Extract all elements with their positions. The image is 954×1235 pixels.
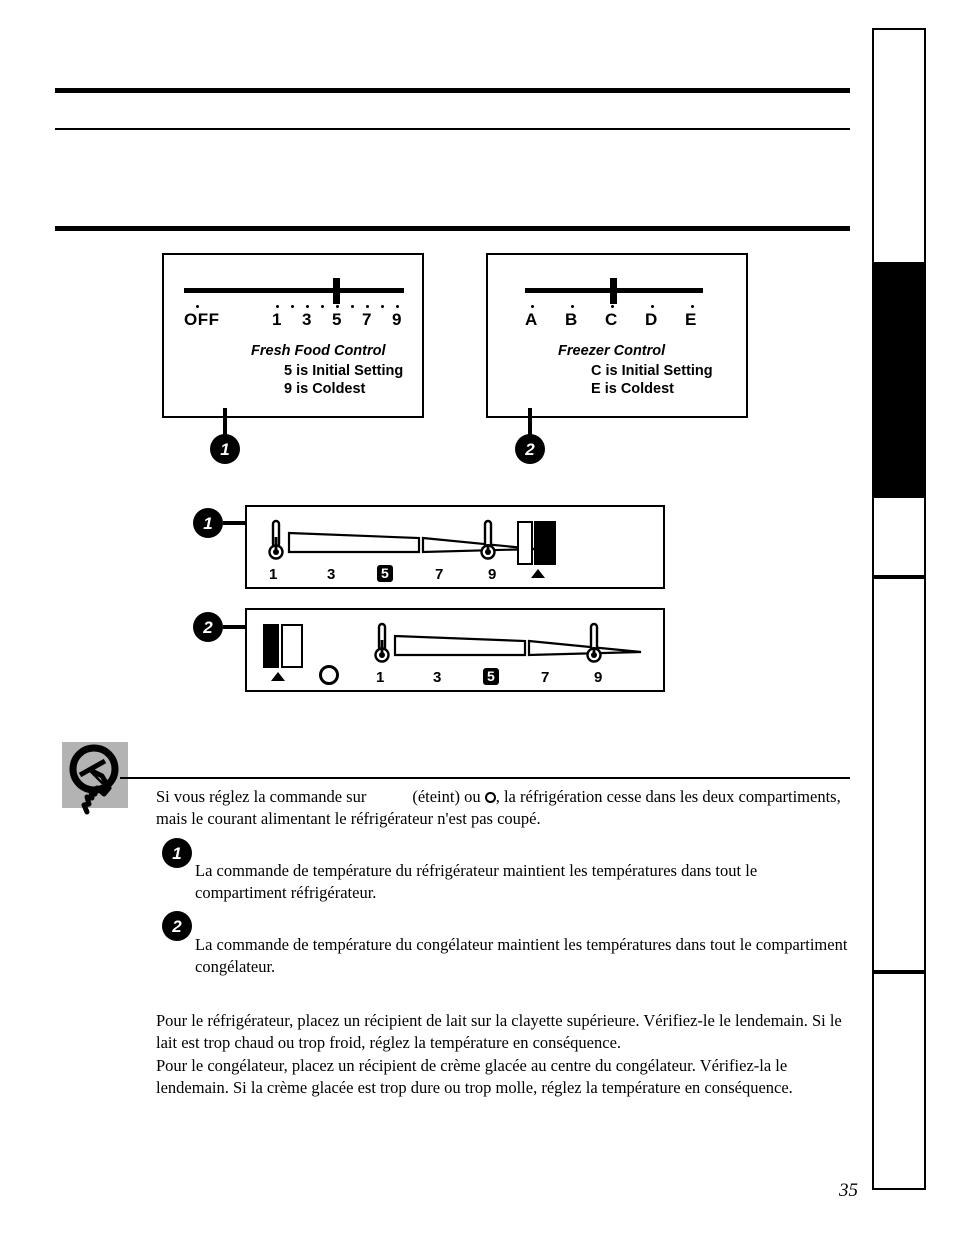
rocker-switch-icon[interactable] <box>517 521 557 565</box>
fresh-food-scale-label-7: 7 <box>362 310 372 329</box>
freezer-dial-diagram[interactable]: 1 3 5 7 9 <box>245 608 665 692</box>
numbered-item-one-text: La commande de température du réfrigérat… <box>195 861 758 903</box>
freezer-slider-thumb[interactable] <box>610 278 617 304</box>
freezer-scale-label-a: A <box>525 310 538 329</box>
tick-dot <box>291 305 294 308</box>
thermometer-icon <box>480 519 496 560</box>
fresh-food-slider-thumb[interactable] <box>333 278 340 304</box>
triangle-up-icon <box>271 672 285 681</box>
hand-pointing-dial-icon <box>62 742 138 818</box>
circle-off-icon <box>484 792 496 803</box>
fresh-food-scale-label-3: 3 <box>302 310 312 329</box>
freezer-dial-number-3: 3 <box>433 669 442 686</box>
callout-text-one: 1 <box>162 838 192 868</box>
section-tab-column <box>872 28 926 1190</box>
rocker-switch-icon[interactable] <box>263 624 303 668</box>
freezer-scale-label-e: E <box>685 310 697 329</box>
tick-dot <box>196 305 199 308</box>
tick-dot <box>306 305 309 308</box>
freezer-scale-label-b: B <box>565 310 578 329</box>
note-text-part-2: (éteint) ou <box>412 787 481 806</box>
temperature-gradient-wedge <box>287 531 536 554</box>
freezer-caption-line-1: C is Initial Setting <box>591 363 713 379</box>
circle-off-icon <box>319 665 339 685</box>
freezer-scale-label-d: D <box>645 310 658 329</box>
header-rule-bottom <box>55 226 850 231</box>
freezer-dial-number-5-selected: 5 <box>483 668 499 685</box>
fresh-food-dial-number-9: 9 <box>488 566 497 583</box>
manual-page: OFF 1 3 5 7 9 Fresh Food Control 5 is In… <box>0 0 954 1235</box>
tick-dot <box>381 305 384 308</box>
freezer-control-panel[interactable]: A B C D E Freezer Control C is Initial S… <box>486 253 748 418</box>
tick-dot <box>396 305 399 308</box>
freezer-caption-title: Freezer Control <box>558 343 666 359</box>
callout-panel-two: 2 <box>515 434 545 464</box>
rocker-switch-black-half <box>534 521 556 565</box>
callout-panel-one: 1 <box>210 434 240 464</box>
note-text-part-1: Si vous réglez la commande sur <box>156 787 367 806</box>
paragraph-refrigerator-test: Pour le réfrigérateur, placez un récipie… <box>156 1011 842 1053</box>
fresh-food-caption-title: Fresh Food Control <box>251 343 386 359</box>
section-tab-divider-1 <box>874 575 924 579</box>
freezer-dial-number-1: 1 <box>376 669 385 686</box>
note-paragraph: Si vous réglez la commande sur (éteint) o… <box>156 786 850 830</box>
fresh-food-caption-line-2: 9 is Coldest <box>284 381 366 397</box>
temperature-gradient-wedge <box>393 634 642 657</box>
tick-dot <box>321 305 324 308</box>
rocker-switch-white-half <box>517 521 533 565</box>
tick-dot <box>531 305 534 308</box>
fresh-food-scale-label-9: 9 <box>392 310 402 329</box>
freezer-dial-number-9: 9 <box>594 669 603 686</box>
note-rule <box>120 777 850 779</box>
header-rule-middle <box>55 128 850 130</box>
fresh-food-dial-number-3: 3 <box>327 566 336 583</box>
tick-dot <box>571 305 574 308</box>
triangle-up-icon <box>531 569 545 578</box>
tick-dot <box>351 305 354 308</box>
callout-dial-two: 2 <box>193 612 223 642</box>
fresh-food-control-panel[interactable]: OFF 1 3 5 7 9 Fresh Food Control 5 is In… <box>162 253 424 418</box>
callout-dial-one: 1 <box>193 508 223 538</box>
hand-icon-artwork <box>69 744 119 815</box>
section-tab-active[interactable] <box>874 262 924 498</box>
rocker-switch-black-half <box>263 624 279 668</box>
thermometer-icon <box>268 519 284 560</box>
thermometer-icon <box>586 622 602 663</box>
fresh-food-scale-label-1: 1 <box>272 310 282 329</box>
thermometer-icon <box>374 622 390 663</box>
fresh-food-dial-diagram[interactable]: 1 3 5 7 9 <box>245 505 665 589</box>
fresh-food-caption-line-1: 5 is Initial Setting <box>284 363 404 379</box>
freezer-caption-line-2: E is Coldest <box>591 381 674 397</box>
rocker-switch-white-half <box>281 624 303 668</box>
fresh-food-slider-track[interactable] <box>184 288 404 293</box>
section-tab-divider-2 <box>874 970 924 974</box>
freezer-dial-number-7: 7 <box>541 669 550 686</box>
tick-dot <box>276 305 279 308</box>
fresh-food-scale-label-off: OFF <box>184 310 220 329</box>
tick-dot <box>336 305 339 308</box>
numbered-item-two-text: La commande de température du congélateu… <box>195 935 848 977</box>
tick-dot <box>691 305 694 308</box>
header-rule-top <box>55 88 850 93</box>
tick-dot <box>651 305 654 308</box>
page-number: 35 <box>839 1180 858 1201</box>
tick-dot <box>366 305 369 308</box>
callout-text-two: 2 <box>162 911 192 941</box>
tick-dot <box>611 305 614 308</box>
freezer-scale-label-c: C <box>605 310 618 329</box>
fresh-food-dial-number-7: 7 <box>435 566 444 583</box>
fresh-food-scale-label-5: 5 <box>332 310 342 329</box>
fresh-food-dial-number-5-selected: 5 <box>377 565 393 582</box>
paragraph-freezer-test: Pour le congélateur, placez un récipient… <box>156 1056 793 1098</box>
fresh-food-dial-number-1: 1 <box>269 566 278 583</box>
